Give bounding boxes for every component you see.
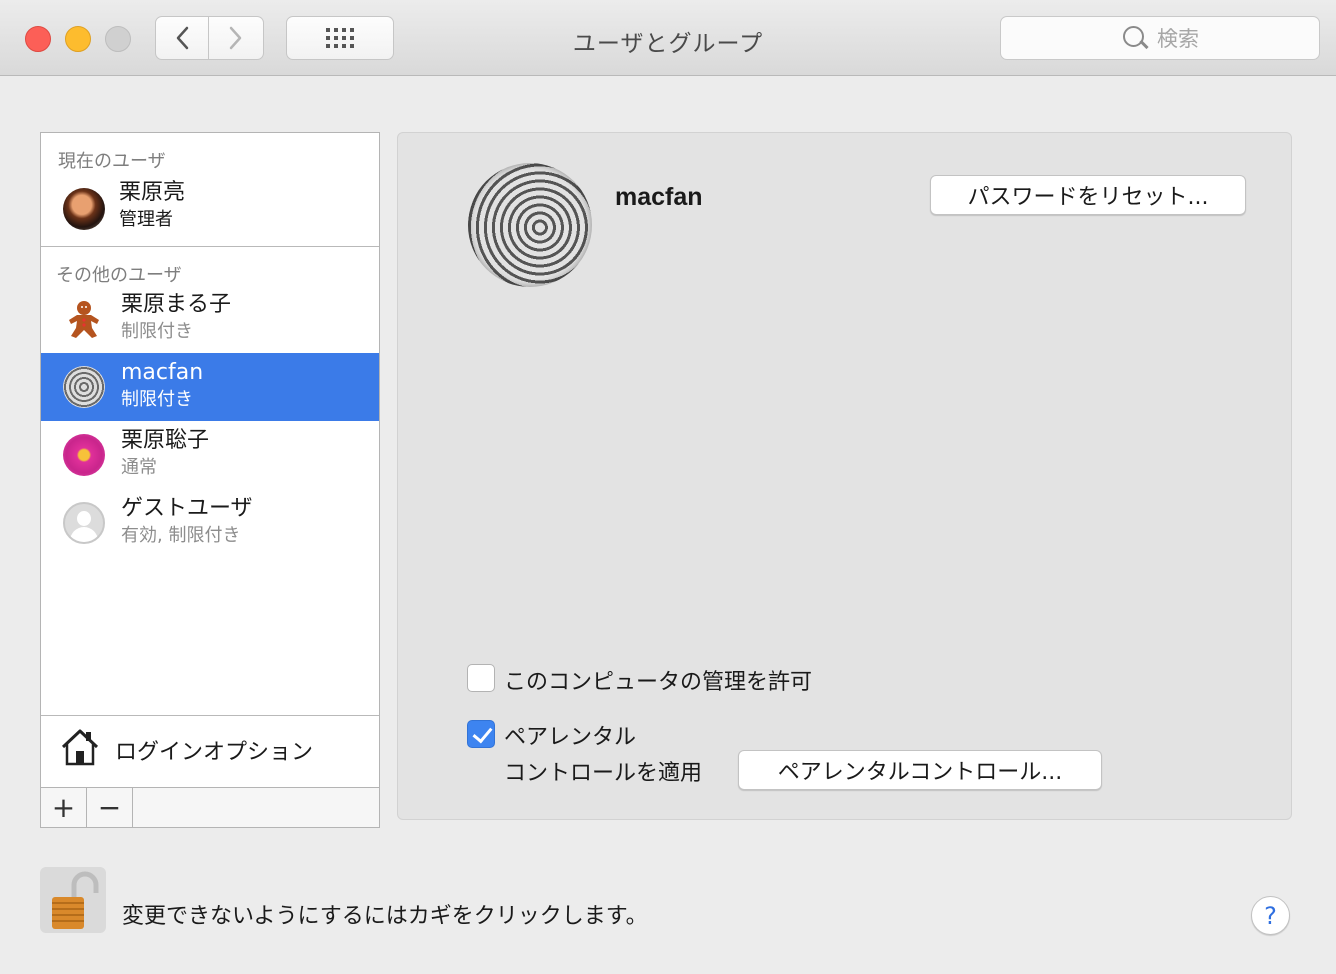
house-icon [61, 729, 99, 766]
search-field[interactable]: 検索 [1000, 16, 1320, 60]
titlebar: ユーザとグループ 検索 [0, 0, 1336, 76]
sidebar-toolbar: + − [41, 787, 379, 827]
user-row[interactable]: 栗原まる子 制限付き [41, 285, 379, 353]
user-row[interactable]: 栗原聡子 通常 [41, 421, 379, 489]
help-button[interactable]: ? [1251, 896, 1290, 935]
user-name: 栗原聡子 [121, 428, 210, 453]
allow-admin-label: このコンピュータの管理を許可 [504, 670, 813, 695]
reset-password-button[interactable]: パスワードをリセット... [930, 175, 1246, 215]
unlocked-padlock-icon [52, 871, 99, 929]
search-placeholder: 検索 [1157, 27, 1199, 51]
other-users-heading: その他のユーザ [56, 265, 182, 286]
current-users-heading: 現在のユーザ [58, 151, 166, 172]
user-detail-panel: macfan パスワードをリセット... このコンピュータの管理を許可 ペアレン… [397, 132, 1292, 820]
lock-hint-text: 変更できないようにするにはカギをクリックします。 [122, 904, 648, 929]
parental-controls-checkbox[interactable] [467, 720, 495, 748]
parental-controls-button[interactable]: ペアレンタルコントロール... [738, 750, 1102, 790]
user-role: 有効, 制限付き [121, 525, 241, 546]
user-role: 管理者 [119, 209, 173, 230]
avatar [63, 187, 105, 230]
allow-admin-checkbox[interactable] [467, 664, 495, 692]
user-row-selected[interactable]: macfan 制限付き [41, 353, 379, 421]
zen-garden-avatar [63, 366, 105, 408]
selected-user-name: macfan [615, 183, 703, 211]
user-role: 制限付き [121, 389, 193, 410]
login-options-label: ログインオプション [115, 740, 314, 765]
parental-controls-label-line1: ペアレンタル [504, 725, 637, 750]
user-row-guest[interactable]: ゲストユーザ 有効, 制限付き [41, 489, 379, 557]
guest-user-icon [63, 502, 105, 544]
parental-controls-label-line2: コントロールを適用 [504, 761, 703, 786]
user-row-current[interactable]: 栗原亮 管理者 [41, 171, 379, 247]
user-role: 制限付き [121, 321, 193, 342]
user-name: 栗原亮 [119, 180, 186, 205]
user-picture[interactable] [468, 163, 592, 287]
user-name: macfan [121, 360, 204, 385]
user-list-sidebar: 現在のユーザ 栗原亮 管理者 その他のユーザ 栗原まる子 制限付き macfan… [40, 132, 380, 828]
flower-avatar [63, 434, 105, 476]
gingerbread-avatar-icon [63, 298, 105, 340]
users-groups-window: ユーザとグループ 検索 現在のユーザ 栗原亮 管理者 その他のユーザ 栗原まる子… [0, 0, 1336, 974]
user-name: 栗原まる子 [121, 292, 232, 317]
remove-user-button[interactable]: − [87, 788, 133, 827]
lock-button[interactable] [40, 867, 106, 933]
user-name: ゲストユーザ [121, 496, 253, 521]
search-icon [1121, 24, 1149, 52]
login-options-item[interactable]: ログインオプション [41, 715, 379, 787]
user-role: 通常 [121, 457, 157, 478]
add-user-button[interactable]: + [41, 788, 87, 827]
